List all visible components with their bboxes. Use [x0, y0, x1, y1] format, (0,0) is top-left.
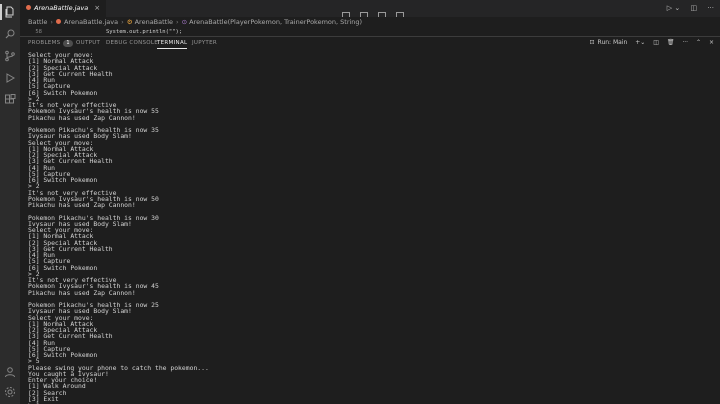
tab-label: TERMINAL: [157, 40, 188, 46]
run-icon[interactable]: ▷ ⌄: [667, 4, 680, 12]
search-icon[interactable]: [4, 28, 16, 40]
split-terminal-icon[interactable]: ◫: [653, 39, 659, 46]
extensions-icon[interactable]: [4, 94, 16, 106]
breadcrumb-item[interactable]: ArenaBattle(PlayerPokemon, TrainerPokemo…: [189, 18, 362, 26]
chevron-up-icon[interactable]: ⌃: [696, 39, 701, 46]
trash-icon[interactable]: 🗑︎: [667, 39, 675, 46]
tab-output[interactable]: OUTPUT: [76, 38, 100, 48]
tab-jupyter[interactable]: JUPYTER: [192, 38, 217, 48]
line-number: 58: [35, 29, 42, 35]
settings-gear-icon[interactable]: [4, 386, 16, 398]
close-icon[interactable]: ×: [94, 4, 100, 12]
more-actions-icon[interactable]: ···: [707, 4, 714, 12]
tab-problems[interactable]: PROBLEMS 1: [28, 38, 73, 48]
close-icon[interactable]: ×: [709, 39, 714, 46]
breadcrumb-item[interactable]: ArenaBattle.java: [64, 18, 118, 26]
terminal-output[interactable]: Select your move: [1] Normal Attack [2] Sp…: [28, 52, 708, 404]
run-debug-icon[interactable]: [4, 72, 16, 84]
problems-count-badge: 1: [63, 40, 73, 47]
class-icon: ⚙: [126, 18, 133, 26]
more-actions-icon[interactable]: ···: [682, 39, 688, 46]
code-line: 58 System.out.println("");: [20, 28, 720, 36]
new-terminal-icon[interactable]: +⌄: [635, 39, 645, 46]
breadcrumb: Battle › ArenaBattle.java › ⚙ ArenaBattle › ⊙ …: [20, 17, 720, 28]
tab-label: DEBUG CONSOLE: [106, 40, 159, 46]
code-text[interactable]: System.out.println("");: [106, 29, 182, 35]
tab-arenabattle-java[interactable]: ArenaBattle.java ×: [20, 0, 107, 17]
editor-actions: ▷ ⌄ ◫ ···: [659, 0, 714, 17]
method-icon: ⊙: [181, 18, 188, 26]
layout-controls: [342, 4, 414, 19]
tab-label: ArenaBattle.java: [34, 4, 89, 12]
java-file-icon: [26, 5, 31, 10]
breadcrumb-item[interactable]: ArenaBattle: [135, 18, 173, 26]
tab-label: PROBLEMS: [28, 40, 61, 46]
tab-label: JUPYTER: [192, 40, 217, 46]
editor-tab-bar: ArenaBattle.java × ▷ ⌄ ◫ ···: [20, 0, 720, 19]
tab-debug-console[interactable]: DEBUG CONSOLE: [106, 38, 158, 48]
split-editor-icon[interactable]: ◫: [690, 4, 697, 12]
java-file-icon: [55, 19, 61, 24]
files-icon[interactable]: [0, 4, 16, 20]
account-icon[interactable]: [4, 366, 16, 378]
tab-terminal[interactable]: TERMINAL: [157, 38, 188, 49]
source-control-icon[interactable]: [4, 50, 16, 62]
terminal-icon: ⊡: [589, 39, 595, 46]
panel-actions: ⊡ Run: Main +⌄ ◫ 🗑︎ ··· ⌃ ×: [584, 38, 714, 48]
activity-bar: [0, 0, 20, 404]
breadcrumb-item[interactable]: Battle: [28, 18, 47, 26]
panel-tab-bar: PROBLEMS 1 OUTPUT DEBUG CONSOLE TERMINAL …: [20, 36, 720, 49]
tab-label: OUTPUT: [76, 40, 101, 46]
run-main-label[interactable]: Run: Main: [598, 39, 628, 46]
